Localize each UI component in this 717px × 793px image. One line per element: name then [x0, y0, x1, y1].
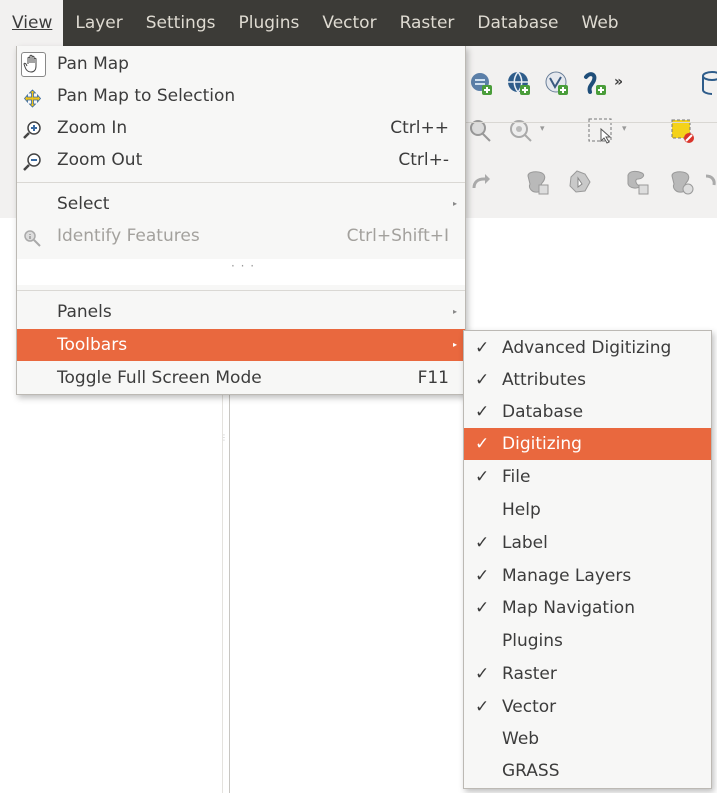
submenu-arrow-icon: ▸	[452, 307, 457, 316]
toolbar-toggle-grass[interactable]: GRASS	[464, 755, 711, 787]
menu-plugins[interactable]: Plugins	[226, 0, 310, 46]
toolbar-divider	[460, 122, 717, 123]
view-menu: Pan Map Pan Map to Selection Zoom In Ctr…	[16, 46, 466, 395]
menu-layer[interactable]: Layer	[63, 0, 133, 46]
toolbar-toggle-vector[interactable]: ✓ Vector	[464, 691, 711, 723]
menu-web[interactable]: Web	[570, 0, 630, 46]
check-icon: ✓	[475, 598, 490, 618]
toolbar-toggle-raster[interactable]: ✓ Raster	[464, 658, 711, 690]
identify-tool-icon[interactable]	[466, 116, 496, 146]
pan-to-selection-icon	[23, 87, 42, 108]
identify-icon	[23, 227, 42, 247]
zoom-in-icon	[23, 119, 42, 139]
deselect-all-icon[interactable]	[668, 116, 698, 146]
add-ring-icon[interactable]	[524, 168, 554, 198]
submenu-arrow-icon: ▸	[452, 340, 457, 349]
toolbar-toggle-web[interactable]: Web	[464, 723, 711, 755]
database-icon[interactable]	[700, 68, 717, 98]
zoom-out-icon	[23, 151, 42, 171]
menu-separator	[17, 290, 465, 291]
check-icon: ✓	[475, 664, 490, 684]
toolbar-toggle-label[interactable]: ✓ Label	[464, 527, 711, 559]
menubar: View Layer Settings Plugins Vector Raste…	[0, 0, 717, 46]
delete-ring-icon[interactable]	[668, 168, 698, 198]
menu-raster[interactable]: Raster	[388, 0, 466, 46]
menu-item-toggle-full-screen[interactable]: Toggle Full Screen Mode F11	[17, 362, 465, 394]
toolbar-toggle-advanced-digitizing[interactable]: ✓ Advanced Digitizing	[464, 332, 711, 364]
check-icon: ✓	[475, 533, 490, 553]
select-features-icon[interactable]	[586, 116, 616, 146]
fill-ring-icon[interactable]	[624, 168, 654, 198]
check-icon: ✓	[475, 338, 490, 358]
menu-item-zoom-in[interactable]: Zoom In Ctrl++	[17, 112, 465, 144]
add-raster-layer-icon[interactable]	[466, 68, 496, 98]
add-vector-layer-icon[interactable]	[542, 68, 572, 98]
menu-item-zoom-out[interactable]: Zoom Out Ctrl+-	[17, 144, 465, 176]
toolbar-toggle-plugins[interactable]: Plugins	[464, 625, 711, 657]
check-icon: ✓	[475, 402, 490, 422]
menu-vector[interactable]: Vector	[310, 0, 387, 46]
check-icon: ✓	[475, 370, 490, 390]
toolbar-overflow[interactable]: »	[614, 74, 623, 90]
menu-item-select[interactable]: Select ▸	[17, 188, 465, 220]
check-icon: ✓	[475, 566, 490, 586]
toolbar-toggle-map-navigation[interactable]: ✓ Map Navigation	[464, 592, 711, 624]
menu-item-pan-map[interactable]: Pan Map	[17, 48, 465, 80]
menu-tearoff-handle[interactable]: · · ·	[17, 259, 465, 285]
check-icon: ✓	[475, 697, 490, 717]
menu-item-toolbars[interactable]: Toolbars ▸	[17, 329, 465, 361]
check-icon: ✓	[475, 467, 490, 487]
menu-database[interactable]: Database	[465, 0, 569, 46]
measure-tool-icon[interactable]	[506, 116, 536, 146]
toolbar-toggle-database[interactable]: ✓ Database	[464, 396, 711, 428]
pan-hand-icon	[21, 52, 46, 77]
toolbar-toggle-file[interactable]: ✓ File	[464, 461, 711, 493]
add-part-icon[interactable]	[566, 168, 596, 198]
add-wms-layer-icon[interactable]	[504, 68, 534, 98]
offset-curve-icon[interactable]	[704, 170, 717, 200]
menu-settings[interactable]: Settings	[134, 0, 227, 46]
chevron-down-icon[interactable]: ▾	[622, 124, 627, 134]
toolbar-toggle-help[interactable]: Help	[464, 494, 711, 526]
check-icon: ✓	[475, 434, 490, 454]
menu-separator	[17, 182, 465, 183]
menu-item-pan-map-to-selection[interactable]: Pan Map to Selection	[17, 80, 465, 112]
redo-icon[interactable]	[466, 168, 496, 198]
toolbar-toggle-manage-layers[interactable]: ✓ Manage Layers	[464, 560, 711, 592]
toolbar-toggle-attributes[interactable]: ✓ Attributes	[464, 364, 711, 396]
toolbars-submenu: ✓ Advanced Digitizing ✓ Attributes ✓ Dat…	[463, 330, 712, 789]
submenu-arrow-icon: ▸	[452, 199, 457, 208]
add-delimited-text-icon[interactable]	[580, 68, 610, 98]
splitter-grip-icon[interactable]: ⋮	[220, 434, 228, 448]
toolbar-toggle-digitizing[interactable]: ✓ Digitizing	[464, 428, 711, 460]
panel-splitter[interactable]	[229, 380, 230, 793]
menu-item-identify-features[interactable]: Identify Features Ctrl+Shift+I	[17, 220, 465, 252]
chevron-down-icon[interactable]: ▾	[540, 124, 545, 134]
menu-item-panels[interactable]: Panels ▸	[17, 296, 465, 328]
menu-view[interactable]: View	[0, 0, 64, 46]
